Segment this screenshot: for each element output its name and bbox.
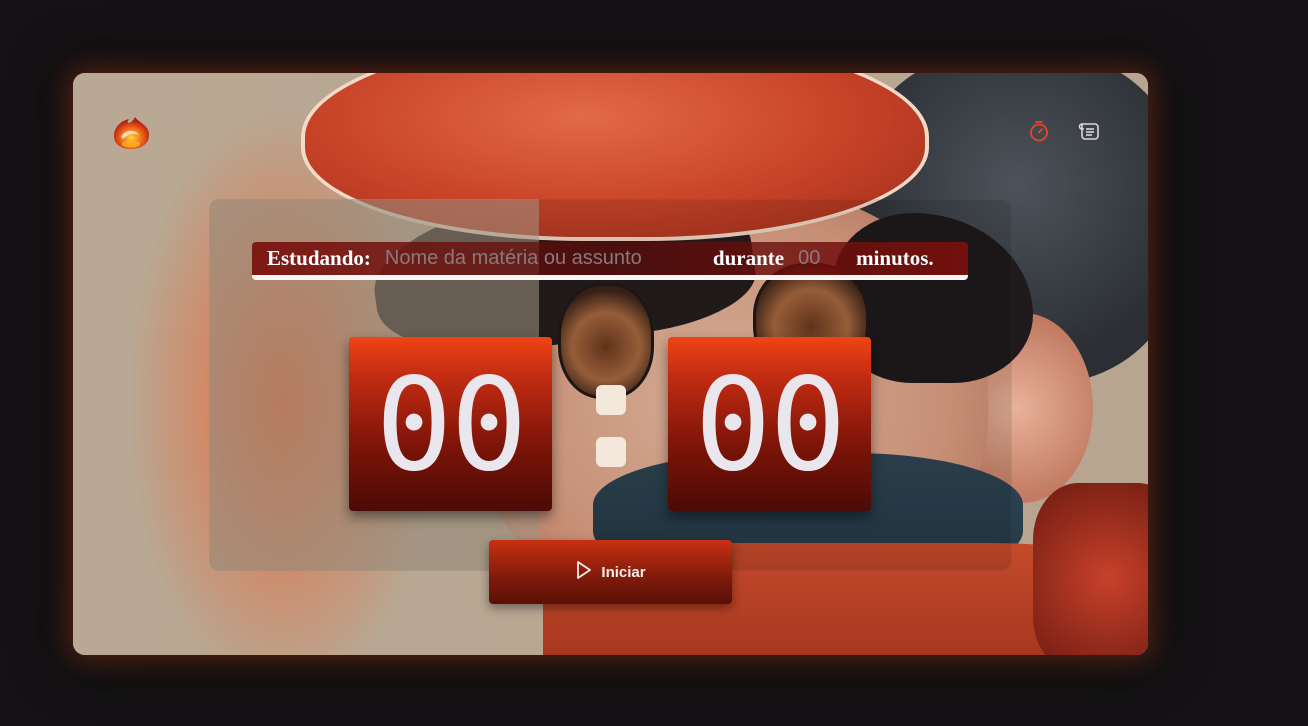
fire-logo-icon[interactable] bbox=[109, 111, 153, 151]
countdown-seconds: 00 bbox=[668, 337, 871, 511]
task-form: Estudando: durante minutos. bbox=[252, 242, 968, 280]
countdown-separator bbox=[596, 385, 628, 467]
start-button[interactable]: Iniciar bbox=[489, 540, 732, 604]
scroll-history-icon[interactable] bbox=[1078, 120, 1100, 142]
minutes-label: minutos. bbox=[856, 246, 934, 270]
app-window: Estudando: durante minutos. 00 00 Inicia… bbox=[73, 73, 1148, 655]
minutes-value: 00 bbox=[375, 351, 527, 500]
stopwatch-icon[interactable] bbox=[1028, 120, 1050, 142]
seconds-value: 00 bbox=[694, 351, 846, 500]
separator-dot bbox=[596, 437, 626, 467]
separator-dot bbox=[596, 385, 626, 415]
countdown-minutes: 00 bbox=[349, 337, 552, 511]
play-icon bbox=[575, 560, 593, 584]
timer-panel: Estudando: durante minutos. 00 00 bbox=[209, 199, 1012, 571]
subject-input[interactable] bbox=[384, 247, 705, 270]
during-label: durante bbox=[712, 246, 785, 270]
studying-label: Estudando: bbox=[267, 246, 371, 270]
start-button-label: Iniciar bbox=[601, 563, 646, 581]
minutes-input[interactable] bbox=[798, 247, 843, 270]
